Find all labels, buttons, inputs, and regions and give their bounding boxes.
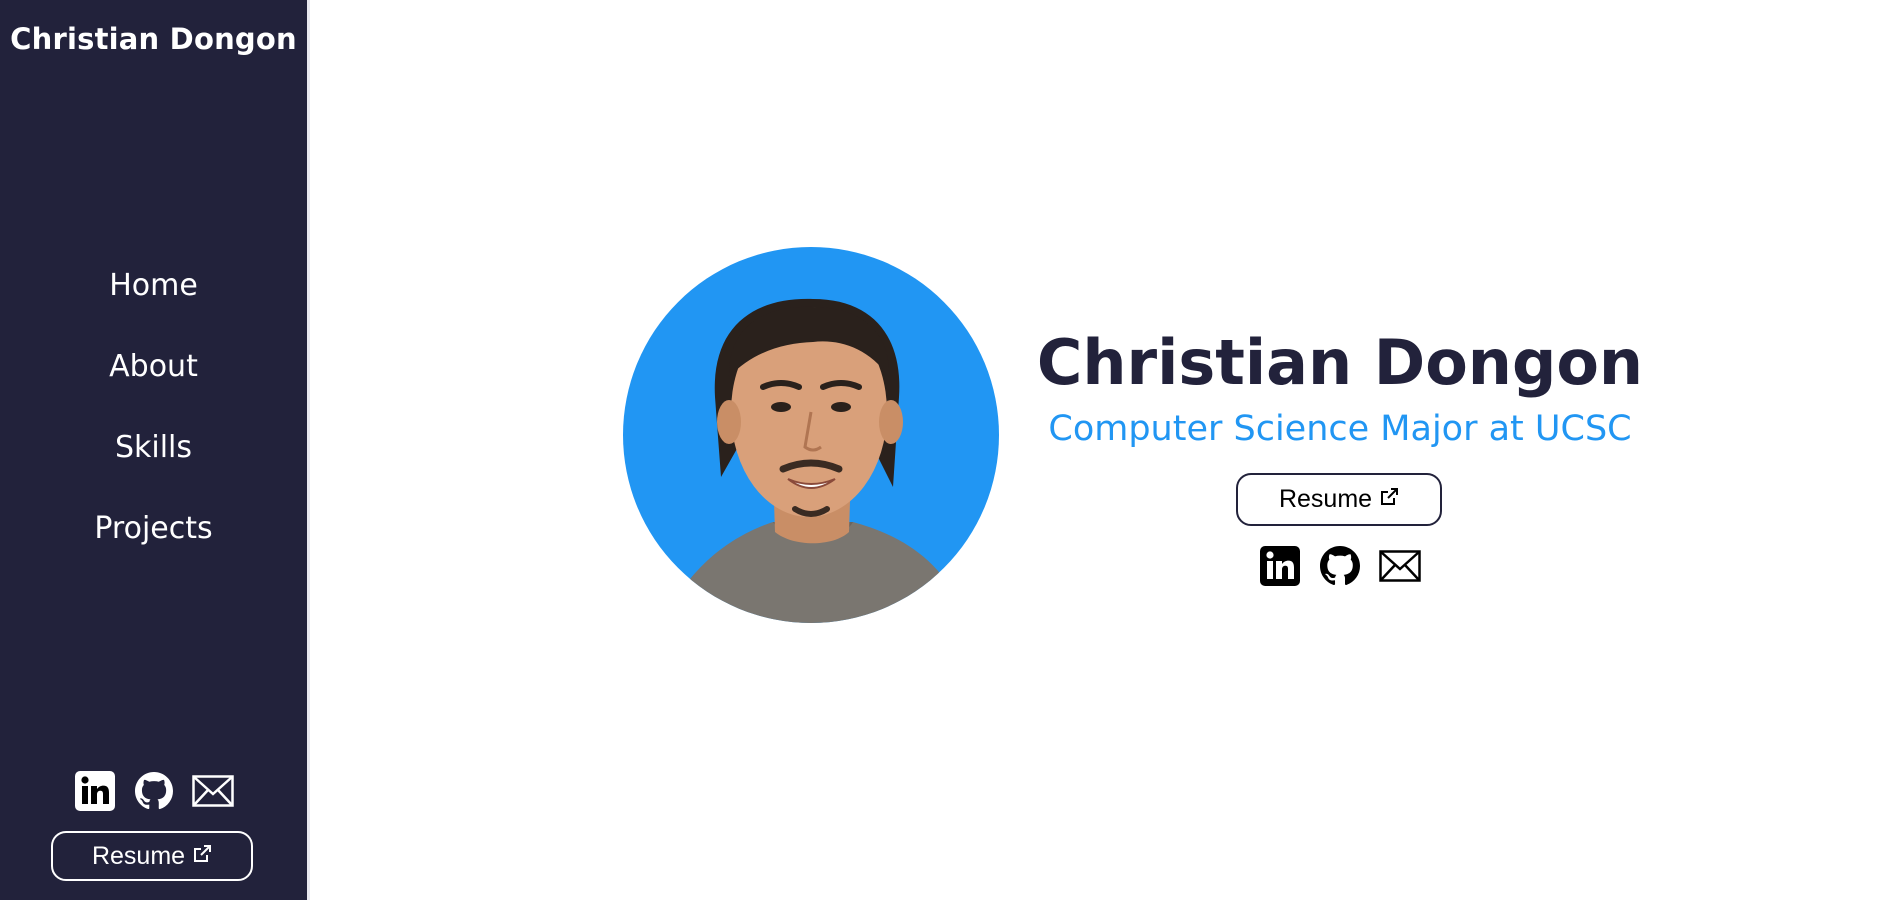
hero-subtitle: Computer Science Major at UCSC [1048, 409, 1632, 449]
linkedin-icon[interactable] [74, 770, 116, 812]
brand-title[interactable]: Christian Dongon [0, 22, 307, 56]
profile-photo [623, 247, 999, 623]
nav-item-home[interactable]: Home [109, 264, 198, 345]
github-icon[interactable] [1319, 545, 1361, 587]
nav-item-skills[interactable]: Skills [115, 426, 192, 507]
hero-resume-button[interactable]: Resume [1236, 473, 1442, 526]
resume-label: Resume [91, 841, 186, 870]
hero-name: Christian Dongon [1036, 326, 1644, 399]
hero-social-links [1250, 545, 1430, 587]
nav-item-about[interactable]: About [109, 345, 198, 426]
external-link-icon [1379, 485, 1399, 514]
mail-icon[interactable] [191, 770, 234, 812]
sidebar-social-links [0, 770, 307, 812]
resume-label: Resume [1278, 485, 1373, 513]
sidebar-nav: Home About Skills Projects [0, 264, 307, 588]
github-icon[interactable] [133, 770, 175, 812]
nav-item-projects[interactable]: Projects [94, 507, 212, 588]
sidebar: Christian Dongon Home About Skills Proje… [0, 0, 307, 900]
mail-icon[interactable] [1379, 545, 1421, 587]
sidebar-resume-button[interactable]: Resume [51, 831, 253, 881]
external-link-icon [192, 842, 212, 871]
linkedin-icon[interactable] [1259, 545, 1301, 587]
sidebar-divider [307, 0, 310, 900]
